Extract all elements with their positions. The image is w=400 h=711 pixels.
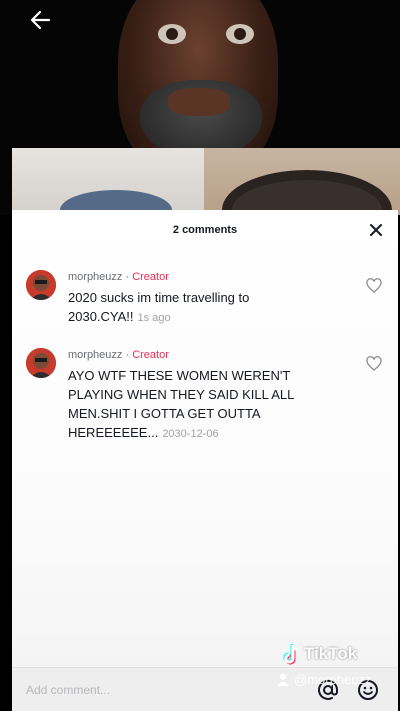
mention-button[interactable]	[316, 678, 340, 702]
comment-header: morpheuzz · Creator	[68, 270, 326, 284]
comment-separator: ·	[122, 271, 133, 283]
comments-count-title: 2 comments	[172, 224, 238, 236]
at-icon	[318, 679, 339, 700]
comment-text: 2020 sucks im time travelling to 2030.CY…	[68, 288, 326, 328]
avatar-image	[26, 348, 56, 378]
video-eye-right	[226, 24, 254, 44]
creator-badge: Creator	[132, 349, 169, 361]
back-arrow-icon	[30, 10, 51, 30]
comments-header: 2 comments	[12, 210, 398, 250]
comment-body: morpheuzz · Creator 2020 sucks im time t…	[68, 270, 326, 328]
video-background	[0, 0, 400, 215]
video-mouth	[168, 88, 230, 116]
comment-username[interactable]: morpheuzz	[68, 349, 122, 361]
comment-username[interactable]: morpheuzz	[68, 271, 122, 283]
comment-header: morpheuzz · Creator	[68, 348, 326, 362]
close-icon	[370, 224, 382, 236]
creator-badge: Creator	[132, 271, 169, 283]
like-button[interactable]	[366, 356, 382, 372]
emoji-button[interactable]	[356, 678, 380, 702]
back-button[interactable]	[26, 6, 54, 34]
comment-timestamp: 2030-12-06	[162, 428, 219, 440]
comment-text: AYO WTF THESE WOMEN WEREN'T PLAYING WHEN…	[68, 366, 326, 444]
like-button[interactable]	[366, 278, 382, 294]
comment-input[interactable]	[26, 680, 256, 700]
emoji-icon	[358, 680, 378, 700]
comments-sheet: 2 comments morpheuzz · Creator 2020 suck…	[12, 210, 398, 711]
avatar[interactable]	[26, 348, 56, 378]
heart-icon	[366, 278, 382, 293]
avatar[interactable]	[26, 270, 56, 300]
close-button[interactable]	[368, 222, 384, 238]
comment-separator: ·	[122, 349, 133, 361]
video-inset-right	[204, 148, 400, 215]
avatar-image	[26, 270, 56, 300]
video-inset-left	[12, 148, 204, 215]
comment-body: morpheuzz · Creator AYO WTF THESE WOMEN …	[68, 348, 326, 444]
comment-timestamp: 1s ago	[137, 312, 171, 324]
comment-composer	[12, 667, 398, 711]
heart-icon	[366, 356, 382, 371]
video-eye-left	[158, 24, 186, 44]
